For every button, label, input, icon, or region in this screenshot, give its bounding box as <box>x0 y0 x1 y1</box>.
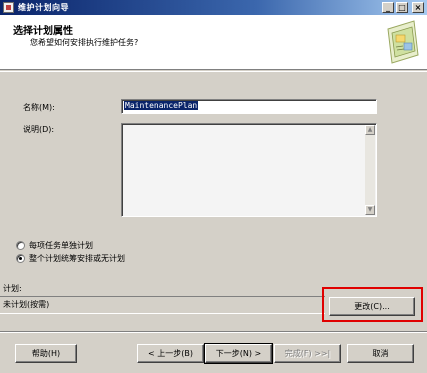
page-title: 选择计划属性 <box>13 26 73 37</box>
change-schedule-button[interactable]: 更改(C)... <box>329 297 415 316</box>
schedule-label: 计划: <box>3 284 22 293</box>
name-field[interactable]: MaintenancePlan <box>121 99 377 114</box>
maximize-icon[interactable]: □ <box>396 2 408 13</box>
description-label: 说明(D): <box>23 125 55 134</box>
option-separate-schedule[interactable]: 每项任务单独计划 <box>16 240 93 251</box>
wizard-banner-icon <box>387 20 419 64</box>
schedule-value-field: 未计划(按需) <box>0 296 325 314</box>
finish-button: 完成(F) >>| <box>274 344 341 363</box>
wizard-header: 选择计划属性 您希望如何安排执行维护任务? <box>0 15 427 70</box>
radio-button[interactable] <box>16 241 25 250</box>
window-controls: _ □ × <box>382 2 424 13</box>
help-button[interactable]: 帮助(H) <box>15 344 77 363</box>
name-value: MaintenancePlan <box>124 101 199 110</box>
option-label: 整个计划统筹安排或无计划 <box>29 254 125 263</box>
page-subtitle: 您希望如何安排执行维护任务? <box>30 38 139 47</box>
back-button[interactable]: < 上一步(B) <box>137 344 204 363</box>
option-label: 每项任务单独计划 <box>29 241 93 250</box>
cancel-button[interactable]: 取消 <box>347 344 414 363</box>
minimize-icon[interactable]: _ <box>382 2 394 13</box>
close-icon[interactable]: × <box>412 2 424 13</box>
name-label: 名称(M): <box>23 103 55 112</box>
window-title: 维护计划向导 <box>18 3 69 12</box>
option-single-schedule[interactable]: 整个计划统筹安排或无计划 <box>16 253 125 264</box>
scroll-down-icon[interactable]: ▼ <box>365 205 375 215</box>
title-bar[interactable]: 维护计划向导 _ □ × <box>0 0 427 15</box>
description-scrollbar[interactable]: ▲ ▼ <box>365 125 375 215</box>
scroll-up-icon[interactable]: ▲ <box>365 125 375 135</box>
radio-button[interactable] <box>16 254 25 263</box>
next-button[interactable]: 下一步(N) > <box>204 343 273 364</box>
description-field[interactable]: ▲ ▼ <box>121 123 377 217</box>
app-icon <box>3 2 14 13</box>
footer-separator <box>0 331 427 333</box>
maintenance-plan-wizard-window: 维护计划向导 _ □ × 选择计划属性 您希望如何安排执行维护任务? 名称(M)… <box>0 0 427 373</box>
